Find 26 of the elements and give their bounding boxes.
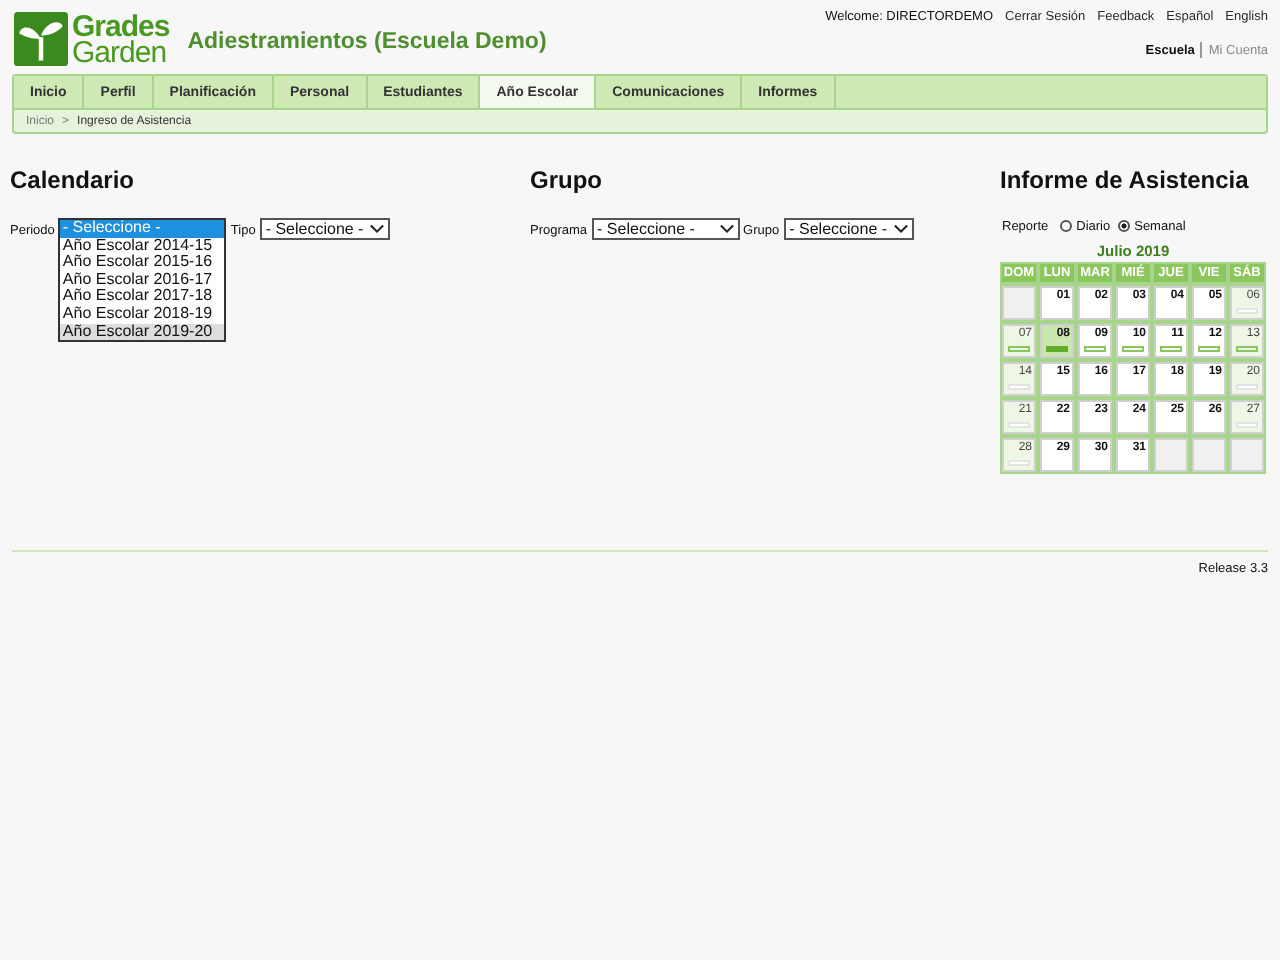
dropdown-option[interactable]: Año Escolar 2014-15	[60, 237, 225, 255]
logo-text: Grades	[72, 13, 170, 39]
grupo-select[interactable]: - Seleccione -	[783, 218, 914, 240]
dropdown-option[interactable]: Año Escolar 2016-17	[60, 271, 225, 289]
dropdown-option[interactable]: Año Escolar 2015-16	[60, 254, 225, 272]
site-title: Adiestramientos (Escuela Demo)	[187, 30, 547, 54]
dropdown-option[interactable]: Año Escolar 2019-20	[60, 323, 225, 341]
empty-day-cell	[1154, 438, 1188, 472]
dropdown-option[interactable]: Año Escolar 2018-19	[60, 305, 225, 324]
logo-text: Garden	[72, 39, 167, 65]
tipo-select[interactable]: - Seleccione -	[259, 218, 390, 240]
dropdown-option[interactable]: Año Escolar 2017-18	[60, 288, 225, 306]
radio-button[interactable]	[1118, 220, 1131, 232]
empty-day-cell	[1192, 438, 1226, 472]
radio-button[interactable]	[1060, 220, 1073, 232]
section-heading: Calendario	[10, 166, 137, 194]
periodo-dropdown-list[interactable]: - Seleccione - Año Escolar 2014-15 Año Escolar 2015-16 Año Escolar 2016-17 Año Escolar 2017-18 Año Escolar 2018-19 Año Escolar 2019-20	[58, 218, 227, 343]
programa-select[interactable]: - Seleccione -	[591, 218, 740, 240]
sprout-logo-icon	[14, 12, 68, 66]
empty-day-cell	[1002, 286, 1036, 320]
empty-day-cell	[1230, 438, 1264, 472]
chevron-down-icon	[369, 224, 384, 234]
section-heading: Informe de Asistencia	[1000, 166, 1251, 194]
chevron-down-icon	[893, 224, 908, 234]
chevron-down-icon	[719, 224, 734, 234]
section-heading: Grupo	[530, 166, 604, 194]
